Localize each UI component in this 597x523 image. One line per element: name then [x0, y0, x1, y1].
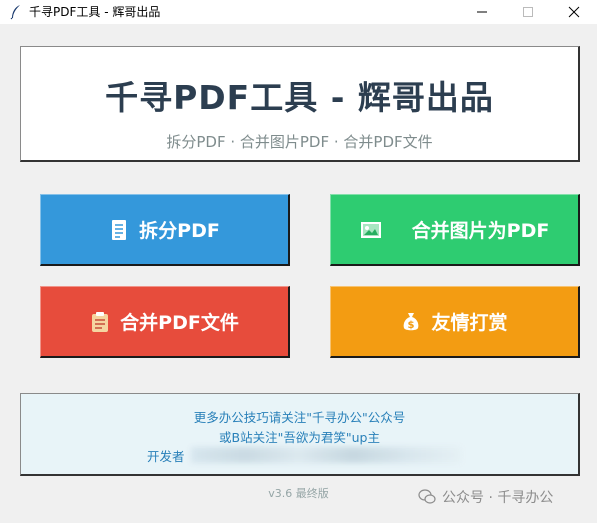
document-icon [112, 219, 127, 240]
svg-text:$: $ [408, 320, 415, 331]
split-pdf-button[interactable]: 拆分PDF [40, 194, 290, 266]
donate-label: 友情打赏 [431, 312, 508, 334]
money-bag-icon: $ [404, 312, 419, 331]
split-pdf-label: 拆分PDF [139, 220, 220, 242]
info-line-bilibili: 或B站关注"吾欲为君笑"up主 [219, 430, 380, 445]
watermark-text: 公众号 · 千寻办公 [442, 490, 554, 506]
image-icon [360, 221, 381, 238]
maximize-button[interactable] [505, 0, 551, 24]
close-icon [568, 6, 580, 18]
maximize-icon [523, 7, 533, 17]
wechat-icon [418, 489, 436, 504]
header-panel: 千寻PDF工具 - 辉哥出品 拆分PDF · 合并图片PDF · 合并PDF文件 [20, 46, 580, 162]
info-panel: 更多办公技巧请关注"千寻办公"公众号 或B站关注"吾欲为君笑"up主 开发者 [20, 393, 580, 476]
watermark: 公众号 · 千寻办公 [418, 487, 553, 507]
redacted-text [191, 447, 461, 463]
close-button[interactable] [551, 0, 597, 24]
info-line-developer: 开发者 [147, 449, 185, 464]
images-to-pdf-label: 合并图片为PDF [411, 220, 550, 242]
window-title: 千寻PDF工具 - 辉哥出品 [29, 5, 161, 19]
info-line-wechat: 更多办公技巧请关注"千寻办公"公众号 [193, 410, 406, 425]
merge-pdf-label: 合并PDF文件 [120, 312, 239, 334]
minimize-icon [477, 11, 487, 13]
donate-button[interactable]: $ 友情打赏 [330, 286, 580, 358]
images-to-pdf-button[interactable]: 合并图片为PDF [330, 194, 580, 266]
merge-pdf-button[interactable]: 合并PDF文件 [40, 286, 290, 358]
page-subtitle: 拆分PDF · 合并图片PDF · 合并PDF文件 [166, 133, 433, 151]
clipboard-icon [92, 311, 109, 332]
minimize-button[interactable] [459, 0, 505, 24]
page-title: 千寻PDF工具 - 辉哥出品 [105, 78, 494, 117]
feather-icon [10, 5, 20, 20]
window-titlebar: 千寻PDF工具 - 辉哥出品 [0, 0, 597, 24]
